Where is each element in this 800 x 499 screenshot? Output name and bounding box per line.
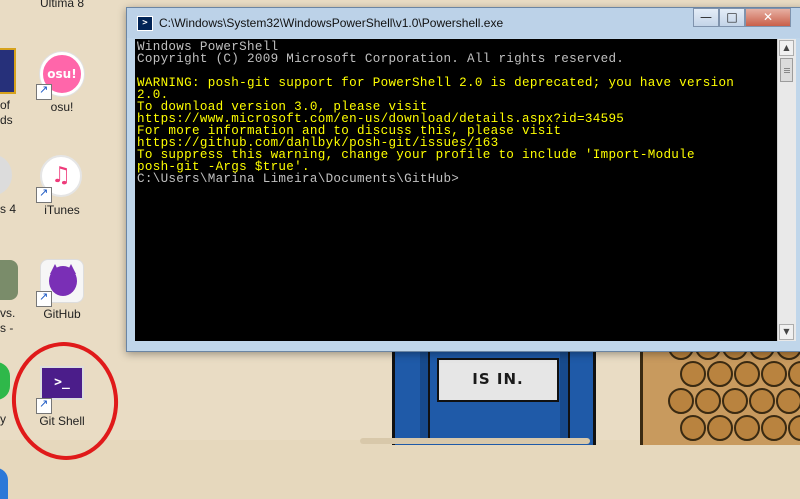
wallpaper-tardis-sign: IS IN. [437, 358, 559, 402]
partial-desktop-icon[interactable] [0, 48, 16, 94]
dalek-bump [707, 361, 733, 387]
tardis-sign-text: IS IN. [472, 370, 524, 388]
desktop-icon-itunes[interactable]: ♫ iTunes [27, 155, 97, 217]
console-line: Copyright (C) 2009 Microsoft Corporation… [137, 52, 625, 66]
console-line: C:\Users\Marina Limeira\Documents\GitHub… [137, 172, 460, 186]
partial-icon-label[interactable]: vs. [0, 306, 15, 320]
scroll-up-arrow-icon[interactable]: ▲ [779, 40, 794, 56]
vertical-scrollbar[interactable]: ▲ ▼ [777, 39, 796, 341]
window-titlebar[interactable]: > C:\Windows\System32\WindowsPowerShell\… [127, 8, 800, 38]
dalek-bump [734, 361, 760, 387]
partial-icon-label[interactable]: s - [0, 321, 13, 335]
maximize-button[interactable]: □ [719, 8, 745, 27]
dalek-bump [788, 361, 800, 387]
console-line: WARNING: posh-git support for PowerShell… [137, 76, 735, 90]
dalek-bump [761, 415, 787, 441]
partial-icon-label[interactable]: y [0, 412, 6, 426]
dalek-bump [680, 415, 706, 441]
desktop-icon-label: GitHub [43, 307, 81, 321]
window-title: C:\Windows\System32\WindowsPowerShell\v1… [159, 16, 504, 30]
partial-icon-label[interactable]: ds [0, 113, 13, 127]
powershell-icon[interactable]: > [137, 16, 153, 31]
close-button[interactable]: ✕ [745, 8, 791, 27]
dalek-bump [668, 388, 694, 414]
partial-desktop-icon[interactable] [0, 155, 12, 195]
dalek-bump [788, 415, 800, 441]
minimize-button[interactable]: — [693, 8, 719, 27]
partial-icon-label[interactable]: of [0, 98, 10, 112]
shortcut-arrow-icon [36, 83, 52, 100]
desktop-icon-label: iTunes [44, 203, 80, 217]
powershell-window[interactable]: > C:\Windows\System32\WindowsPowerShell\… [126, 7, 800, 352]
partial-desktop-icon[interactable] [0, 260, 18, 300]
scrollbar-thumb[interactable] [780, 58, 793, 82]
dalek-bump [776, 388, 800, 414]
wallpaper-shadow [360, 438, 590, 444]
console-text[interactable]: Windows PowerShell Copyright (C) 2009 Mi… [135, 39, 777, 187]
scroll-down-arrow-icon[interactable]: ▼ [779, 324, 794, 340]
desktop-icon-osu[interactable]: osu! osu! [27, 52, 97, 114]
dalek-bump [749, 388, 775, 414]
dalek-bump [680, 361, 706, 387]
console-output[interactable]: Windows PowerShell Copyright (C) 2009 Mi… [135, 39, 777, 341]
dalek-bump [722, 388, 748, 414]
desktop-icon-github[interactable]: GitHub [27, 259, 97, 321]
dalek-bump [761, 361, 787, 387]
dalek-bump [734, 415, 760, 441]
partial-desktop-icon[interactable] [0, 362, 10, 400]
dalek-bump [695, 388, 721, 414]
shortcut-arrow-icon [36, 186, 52, 203]
partial-icon-label[interactable]: Última 8 [40, 0, 84, 10]
dalek-bump [707, 415, 733, 441]
partial-icon-label[interactable]: s 4 [0, 202, 16, 216]
shortcut-arrow-icon [36, 290, 52, 307]
desktop-icon-label: osu! [50, 100, 74, 114]
wallpaper-floor [0, 440, 800, 499]
